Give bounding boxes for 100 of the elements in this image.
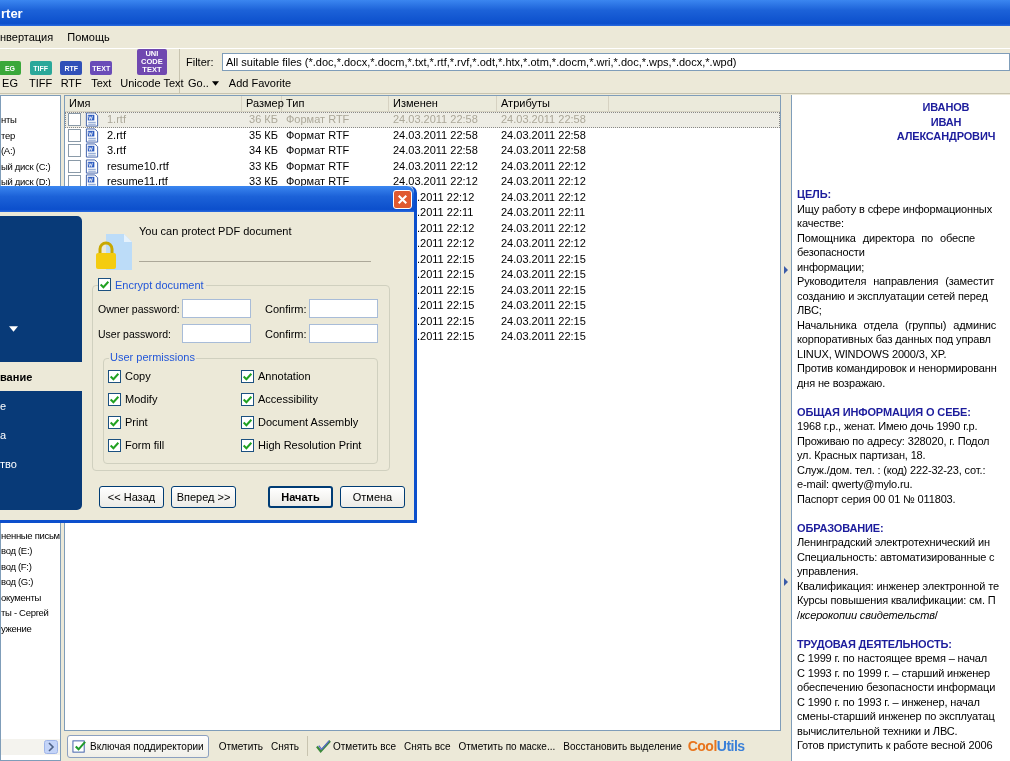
close-button[interactable]: [393, 189, 412, 209]
text-line: безопасности: [797, 245, 866, 260]
permission-checkbox[interactable]: Print: [108, 415, 241, 429]
modified-date: .2011 22:12: [417, 236, 475, 251]
tree-item[interactable]: ненные письм: [1, 527, 60, 543]
dialog-button[interactable]: Начать: [268, 486, 333, 508]
checkbox[interactable]: [68, 159, 81, 173]
tree-item[interactable]: вод (E:): [1, 543, 33, 559]
text-line: 1968 г.р., женат. Имею дочь 1990 г.р.: [797, 419, 979, 434]
permission-checkbox[interactable]: High Resolution Print: [241, 438, 377, 452]
checkmark-icon: [242, 416, 253, 428]
tree-item[interactable]: тер: [1, 127, 15, 143]
file-name[interactable]: resume10.rtf: [103, 158, 173, 174]
wizard-step[interactable]: вание: [0, 362, 82, 391]
resume-title: АЛЕКСАНДРОВИЧ: [895, 129, 997, 144]
section-heading: ОБРАЗОВАНИЕ:: [797, 520, 885, 535]
group-title: User permissions: [109, 351, 196, 363]
checkmark-icon: [109, 393, 120, 405]
wizard-step[interactable]: тво: [0, 449, 82, 478]
check-all-button[interactable]: Отметить все: [312, 738, 400, 754]
password-field[interactable]: [182, 324, 251, 343]
file-type: Формат RTF: [285, 158, 351, 174]
tree-item[interactable]: ый диск (C:): [1, 158, 51, 174]
encrypt-checkbox[interactable]: Encrypt document: [98, 278, 206, 291]
checkbox[interactable]: [68, 144, 81, 158]
wizard-step[interactable]: а: [0, 420, 82, 449]
file-name[interactable]: 3.rtf: [103, 143, 130, 159]
text-line: С 1990 г. по 1993 г. – инженер, начал: [797, 694, 981, 709]
file-type: Формат RTF: [285, 127, 351, 143]
attributes-date: 24.03.2011 22:12: [500, 236, 587, 251]
text-line: Ленинградский электротехнический ин: [797, 535, 991, 550]
dialog-button[interactable]: Вперед >>: [171, 486, 236, 508]
filter-field[interactable]: All suitable files (*.doc,*.docx,*.docm,*.txt,*.rtf,*.rvf,*.odt,*.htx,*.otm,*.docm,*.wri,*.doc,*.wps,*.docx,*.wpd): [222, 52, 1010, 71]
toolbar-link[interactable]: Отметить: [214, 740, 268, 752]
wizard-step[interactable]: е: [0, 391, 82, 420]
file-type: Формат RTF: [285, 174, 351, 189]
tree-item[interactable]: ты - Сергей: [1, 605, 49, 621]
dialog-button[interactable]: << Назад: [99, 486, 164, 508]
permission-checkbox[interactable]: Copy: [108, 369, 241, 383]
checkbox[interactable]: [68, 113, 81, 127]
column-header[interactable]: Имя: [65, 96, 242, 111]
password-label: User password:: [98, 327, 172, 340]
file-size: 35 КБ: [248, 127, 279, 143]
column-header[interactable]: Размер: [242, 96, 282, 111]
text-line: Квалификация: инженер электронной те: [797, 578, 1000, 593]
text-line: Начальника отдела (группы) админис: [797, 317, 998, 332]
tree-item[interactable]: вод (F:): [1, 558, 32, 574]
permission-checkbox[interactable]: Form fill: [108, 438, 241, 452]
menu-item[interactable]: нвертация: [0, 31, 54, 43]
tree-item[interactable]: окументы: [1, 589, 42, 605]
text-line: корпоративных баз данных под управл: [797, 332, 992, 347]
document-icon: [85, 127, 99, 143]
password-field[interactable]: [182, 299, 251, 318]
tree-item[interactable]: нты: [1, 112, 17, 128]
add-favorite-button[interactable]: Add Favorite: [226, 76, 294, 89]
tree-item[interactable]: вод (G:): [1, 574, 34, 590]
permission-checkbox[interactable]: Document Assembly: [241, 415, 377, 429]
tree-item[interactable]: (A:): [1, 143, 16, 159]
toolbar-link[interactable]: Отметить по маске...: [454, 740, 560, 752]
toolbar-link[interactable]: Снять все: [399, 740, 455, 752]
permission-checkbox[interactable]: Modify: [108, 392, 241, 406]
permission-checkbox[interactable]: Annotation: [241, 369, 377, 383]
include-subfolders-button[interactable]: Включая поддиректории: [67, 734, 209, 758]
text-line: качестве:: [797, 216, 845, 231]
modified-date: 24.03.2011 22:58: [392, 143, 479, 158]
collapse-arrow-icon[interactable]: [782, 265, 790, 275]
column-header[interactable]: Атрибуты: [497, 96, 609, 111]
document-icon: [85, 158, 99, 174]
document-icon: [85, 112, 99, 128]
menu-item[interactable]: Помощь: [67, 31, 110, 43]
text-line: LINUX, WINDOWS 2000/3, XP.: [797, 346, 948, 361]
file-name[interactable]: 2.rtf: [103, 127, 130, 143]
confirm-field[interactable]: [309, 324, 378, 343]
tree-item[interactable]: ужение: [1, 620, 32, 636]
text-line: Против командировок и ненормированн: [797, 361, 998, 376]
modified-date: .2011 22:15: [417, 251, 475, 267]
caret-icon[interactable]: [9, 326, 18, 332]
collapse-arrow-icon[interactable]: [782, 577, 790, 587]
tree-item[interactable]: ый диск (D:): [1, 174, 51, 190]
checkmark-icon: [109, 439, 120, 451]
horizontal-scrollbar[interactable]: [1, 739, 60, 755]
text-line: С 1993 г. по 1999 г. – старший инженер: [797, 665, 992, 680]
file-name[interactable]: resume11.rtf: [103, 174, 172, 190]
dialog-button[interactable]: Отмена: [340, 486, 405, 508]
text-line: ЛВС;: [797, 303, 823, 318]
attributes-date: 24.03.2011 22:12: [500, 158, 587, 174]
checkbox[interactable]: [68, 128, 81, 142]
attributes-date: 24.03.2011 22:12: [500, 174, 587, 189]
checkmark-icon: [242, 370, 253, 382]
permission-checkbox[interactable]: Accessibility: [241, 392, 377, 406]
text-line: созданию и эксплуатации сетей перед: [797, 288, 989, 303]
toolbar-link[interactable]: Снять: [267, 740, 303, 752]
modified-date: 24.03.2011 22:58: [392, 112, 479, 127]
toolbar-link[interactable]: Восстановить выделение: [559, 740, 686, 752]
checkmark-icon: [109, 370, 120, 382]
text-line: /ксерокопии свидетельств/: [797, 607, 939, 622]
column-header[interactable]: Изменен: [389, 96, 497, 111]
go-dropdown[interactable]: Go..: [186, 76, 221, 89]
filter-label: Filter:: [186, 55, 215, 68]
confirm-field[interactable]: [309, 299, 378, 318]
